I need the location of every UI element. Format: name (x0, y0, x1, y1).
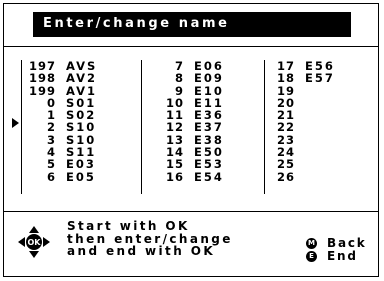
m-button-icon: M (306, 237, 317, 249)
selection-pointer-icon (12, 118, 19, 128)
channel-number: 25 (276, 157, 295, 172)
channel-number: 26 (276, 169, 295, 184)
channel-number: 6 (46, 169, 56, 184)
end-hint: E End (306, 249, 358, 263)
channel-row[interactable]: 8 E09 (146, 71, 224, 86)
channel-row[interactable]: 16 E54 (146, 169, 224, 184)
channel-row[interactable]: 198 AV2 (24, 71, 98, 86)
end-label: End (327, 249, 358, 263)
page-title: Enter/change name (43, 16, 230, 31)
channel-number: 5 (46, 157, 56, 172)
divider-top (4, 46, 378, 47)
channel-number: 2 (46, 120, 56, 135)
channel-name: E54 (194, 169, 224, 184)
help-line-3: and end with OK (67, 244, 216, 258)
channel-number: 198 (28, 71, 56, 86)
channel-number: 8 (174, 71, 184, 86)
channel-name: E03 (66, 157, 96, 172)
channel-row[interactable]: 2 S10 (24, 120, 97, 135)
help-line-1: Start with OK (67, 219, 190, 233)
channel-name: AV2 (66, 71, 98, 86)
title-bar: Enter/change name (33, 12, 351, 37)
ok-joystick-icon: OK (17, 225, 51, 259)
channel-number: 18 (276, 71, 295, 86)
divider-bottom (4, 211, 378, 212)
channel-row[interactable]: 6 E05 (24, 169, 97, 184)
channel-row[interactable]: 25 (275, 157, 335, 172)
channel-name: E09 (194, 71, 224, 86)
column-separator (141, 60, 142, 194)
e-button-icon: E (306, 250, 317, 262)
channel-name: E57 (305, 71, 335, 86)
channel-name: E37 (194, 120, 224, 135)
channel-name: E53 (194, 157, 224, 172)
channel-number: 16 (165, 169, 184, 184)
channel-column-2: 7 E06 8 E09 9 E10 10 E11 11 E36 12 E37 13 E38 14 E50 15 E… (146, 60, 224, 183)
column-separator (264, 60, 265, 194)
back-label: Back (327, 236, 367, 250)
channel-row[interactable]: 26 (275, 169, 335, 184)
channel-row[interactable]: 22 (275, 120, 335, 135)
channel-row[interactable]: 12 E37 (146, 120, 224, 135)
channel-number: 22 (276, 120, 295, 135)
channel-row[interactable]: 15 E53 (146, 157, 224, 172)
column-separator (21, 60, 22, 194)
channel-column-3: 17 E56 18 E57 19 20 21 22 23 24 25 26 (275, 60, 335, 183)
channel-number: 12 (165, 120, 184, 135)
channel-number: 15 (165, 157, 184, 172)
help-text: Start with OK then enter/change and end … (67, 220, 233, 258)
channel-row[interactable]: 5 E03 (24, 157, 97, 172)
ok-badge-label: OK (28, 238, 42, 247)
channel-row[interactable]: 18 E57 (275, 71, 335, 86)
channel-name: E05 (66, 169, 96, 184)
back-hint: M Back (306, 236, 367, 250)
channel-column-1: 197 AVS 198 AV2 199 AV1 0 S01 1 S02 2 S10 3 S10 4 S11 5 E… (24, 60, 97, 183)
channel-name: S10 (66, 120, 97, 135)
